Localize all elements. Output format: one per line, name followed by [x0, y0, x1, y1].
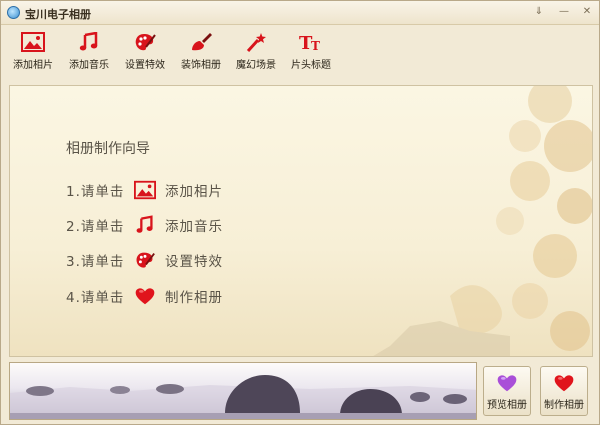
- wizard-step-1: 1.请单击 添加相片: [66, 180, 223, 200]
- banner-image: [9, 362, 477, 420]
- preview-label: 预览相册: [487, 400, 527, 411]
- step-prefix: 1.请单击: [66, 184, 125, 200]
- title-text-icon: T T: [299, 33, 320, 52]
- toolbar-set-effects-button[interactable]: 设置特效: [119, 32, 171, 80]
- toolbar-label: 添加音乐: [69, 60, 109, 71]
- toolbar-add-music-button[interactable]: 添加音乐: [63, 32, 115, 80]
- close-icon[interactable]: ✕: [579, 5, 595, 19]
- palette-icon: [135, 34, 156, 51]
- step-prefix: 4.请单击: [66, 290, 125, 306]
- toolbar-magic-scene-button[interactable]: 魔幻场景: [230, 32, 282, 80]
- step-prefix: 3.请单击: [66, 254, 125, 270]
- brush-icon: [192, 33, 212, 51]
- toolbar: 添加相片 添加音乐 设置特效 装饰相册 魔幻场景 T T 片头标题: [1, 26, 599, 81]
- music-note-icon: [79, 32, 98, 51]
- window-title: 宝川电子相册: [25, 8, 91, 21]
- heart-icon: [554, 375, 574, 392]
- svg-text:T: T: [311, 39, 320, 52]
- make-album-button[interactable]: 制作相册: [540, 366, 588, 416]
- toolbar-label: 添加相片: [13, 60, 53, 71]
- app-window: 宝川电子相册 ⇓ — ✕ 添加相片 添加音乐 设置特效 装饰相册 魔幻场景 T …: [0, 0, 600, 425]
- purple-heart-icon: [497, 375, 517, 392]
- toolbar-add-photo-button[interactable]: 添加相片: [7, 32, 59, 80]
- wizard-step-2: 2.请单击 添加音乐: [66, 215, 223, 235]
- step-action: 添加音乐: [164, 219, 223, 235]
- picture-icon: [21, 32, 45, 52]
- music-note-icon[interactable]: [134, 215, 156, 235]
- step-prefix: 2.请单击: [66, 219, 125, 235]
- picture-icon[interactable]: [133, 180, 156, 200]
- make-label: 制作相册: [544, 400, 584, 411]
- wizard-step-3: 3.请单击 设置特效: [66, 250, 223, 270]
- toolbar-label: 设置特效: [125, 60, 165, 71]
- title-bar[interactable]: 宝川电子相册 ⇓ — ✕: [1, 1, 599, 25]
- heart-icon[interactable]: [134, 286, 156, 306]
- wizard-panel: 相册制作向导 1.请单击 添加相片 2.请单击 添加音乐 3.请单击 设置特效 …: [9, 85, 593, 357]
- preview-album-button[interactable]: 预览相册: [483, 366, 531, 416]
- app-logo-icon: [7, 6, 20, 19]
- menu-icon[interactable]: ⇓: [531, 5, 547, 19]
- toolbar-label: 魔幻场景: [236, 60, 276, 71]
- magic-wand-icon: [246, 33, 266, 52]
- toolbar-decorate-album-button[interactable]: 装饰相册: [175, 32, 227, 80]
- toolbar-label: 片头标题: [291, 60, 331, 71]
- wizard-title: 相册制作向导: [66, 141, 150, 157]
- wizard-step-4: 4.请单击 制作相册: [66, 286, 223, 306]
- step-action: 添加相片: [164, 184, 223, 200]
- rocks-landscape-image: [10, 375, 476, 419]
- toolbar-label: 装饰相册: [181, 60, 221, 71]
- toolbar-title-button[interactable]: T T 片头标题: [285, 32, 337, 80]
- palette-icon[interactable]: [134, 250, 156, 270]
- step-action: 制作相册: [164, 290, 223, 306]
- minimize-icon[interactable]: —: [556, 5, 572, 19]
- step-action: 设置特效: [164, 254, 223, 270]
